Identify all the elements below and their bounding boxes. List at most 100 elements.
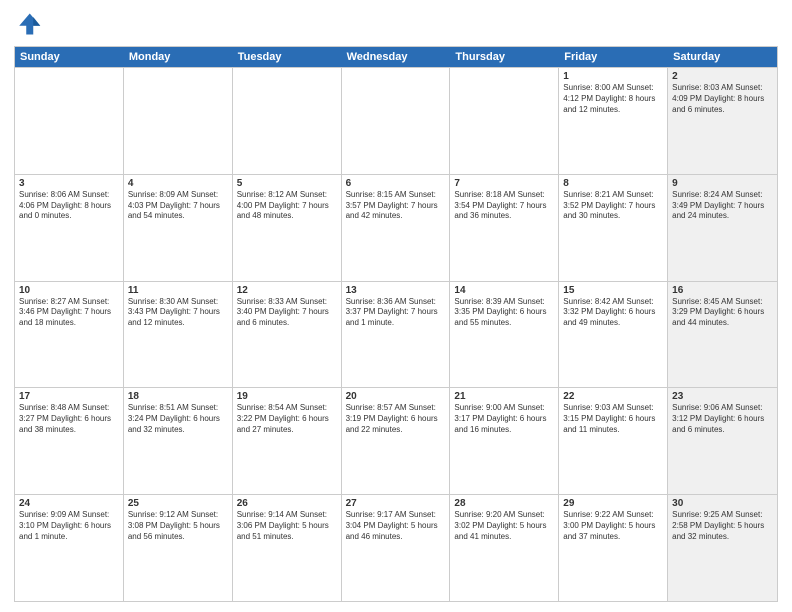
calendar: SundayMondayTuesdayWednesdayThursdayFrid… [14, 46, 778, 602]
day-info: Sunrise: 8:54 AM Sunset: 3:22 PM Dayligh… [237, 403, 337, 435]
day-info: Sunrise: 9:12 AM Sunset: 3:08 PM Dayligh… [128, 510, 228, 542]
empty-cell [15, 68, 124, 174]
day-info: Sunrise: 9:25 AM Sunset: 2:58 PM Dayligh… [672, 510, 773, 542]
day-number: 15 [563, 285, 663, 296]
weekday-header-saturday: Saturday [668, 47, 777, 67]
day-cell-18: 18Sunrise: 8:51 AM Sunset: 3:24 PM Dayli… [124, 388, 233, 494]
empty-cell [450, 68, 559, 174]
day-cell-16: 16Sunrise: 8:45 AM Sunset: 3:29 PM Dayli… [668, 282, 777, 388]
calendar-row-5: 24Sunrise: 9:09 AM Sunset: 3:10 PM Dayli… [15, 494, 777, 601]
day-info: Sunrise: 9:00 AM Sunset: 3:17 PM Dayligh… [454, 403, 554, 435]
day-info: Sunrise: 8:18 AM Sunset: 3:54 PM Dayligh… [454, 190, 554, 222]
day-cell-19: 19Sunrise: 8:54 AM Sunset: 3:22 PM Dayli… [233, 388, 342, 494]
day-cell-9: 9Sunrise: 8:24 AM Sunset: 3:49 PM Daylig… [668, 175, 777, 281]
day-number: 27 [346, 498, 446, 509]
weekday-header-wednesday: Wednesday [342, 47, 451, 67]
day-info: Sunrise: 9:09 AM Sunset: 3:10 PM Dayligh… [19, 510, 119, 542]
day-info: Sunrise: 8:24 AM Sunset: 3:49 PM Dayligh… [672, 190, 773, 222]
day-cell-3: 3Sunrise: 8:06 AM Sunset: 4:06 PM Daylig… [15, 175, 124, 281]
day-number: 14 [454, 285, 554, 296]
day-number: 19 [237, 391, 337, 402]
day-info: Sunrise: 8:15 AM Sunset: 3:57 PM Dayligh… [346, 190, 446, 222]
day-cell-15: 15Sunrise: 8:42 AM Sunset: 3:32 PM Dayli… [559, 282, 668, 388]
day-number: 23 [672, 391, 773, 402]
day-number: 18 [128, 391, 228, 402]
weekday-header-tuesday: Tuesday [233, 47, 342, 67]
calendar-row-2: 3Sunrise: 8:06 AM Sunset: 4:06 PM Daylig… [15, 174, 777, 281]
day-cell-14: 14Sunrise: 8:39 AM Sunset: 3:35 PM Dayli… [450, 282, 559, 388]
day-number: 21 [454, 391, 554, 402]
day-number: 13 [346, 285, 446, 296]
weekday-header-monday: Monday [124, 47, 233, 67]
day-number: 16 [672, 285, 773, 296]
day-number: 24 [19, 498, 119, 509]
day-cell-10: 10Sunrise: 8:27 AM Sunset: 3:46 PM Dayli… [15, 282, 124, 388]
day-number: 20 [346, 391, 446, 402]
day-number: 7 [454, 178, 554, 189]
day-cell-17: 17Sunrise: 8:48 AM Sunset: 3:27 PM Dayli… [15, 388, 124, 494]
empty-cell [124, 68, 233, 174]
day-cell-26: 26Sunrise: 9:14 AM Sunset: 3:06 PM Dayli… [233, 495, 342, 601]
empty-cell [233, 68, 342, 174]
day-cell-5: 5Sunrise: 8:12 AM Sunset: 4:00 PM Daylig… [233, 175, 342, 281]
day-info: Sunrise: 8:51 AM Sunset: 3:24 PM Dayligh… [128, 403, 228, 435]
day-number: 25 [128, 498, 228, 509]
day-info: Sunrise: 8:03 AM Sunset: 4:09 PM Dayligh… [672, 83, 773, 115]
weekday-header-thursday: Thursday [450, 47, 559, 67]
calendar-row-1: 1Sunrise: 8:00 AM Sunset: 4:12 PM Daylig… [15, 67, 777, 174]
day-info: Sunrise: 9:06 AM Sunset: 3:12 PM Dayligh… [672, 403, 773, 435]
day-info: Sunrise: 8:36 AM Sunset: 3:37 PM Dayligh… [346, 297, 446, 329]
day-cell-12: 12Sunrise: 8:33 AM Sunset: 3:40 PM Dayli… [233, 282, 342, 388]
day-number: 26 [237, 498, 337, 509]
day-info: Sunrise: 8:06 AM Sunset: 4:06 PM Dayligh… [19, 190, 119, 222]
empty-cell [342, 68, 451, 174]
day-number: 9 [672, 178, 773, 189]
day-info: Sunrise: 8:48 AM Sunset: 3:27 PM Dayligh… [19, 403, 119, 435]
calendar-body: 1Sunrise: 8:00 AM Sunset: 4:12 PM Daylig… [15, 67, 777, 601]
day-cell-7: 7Sunrise: 8:18 AM Sunset: 3:54 PM Daylig… [450, 175, 559, 281]
day-number: 5 [237, 178, 337, 189]
day-number: 29 [563, 498, 663, 509]
day-cell-4: 4Sunrise: 8:09 AM Sunset: 4:03 PM Daylig… [124, 175, 233, 281]
day-number: 22 [563, 391, 663, 402]
day-info: Sunrise: 8:30 AM Sunset: 3:43 PM Dayligh… [128, 297, 228, 329]
weekday-header-friday: Friday [559, 47, 668, 67]
calendar-row-3: 10Sunrise: 8:27 AM Sunset: 3:46 PM Dayli… [15, 281, 777, 388]
day-info: Sunrise: 8:57 AM Sunset: 3:19 PM Dayligh… [346, 403, 446, 435]
day-cell-28: 28Sunrise: 9:20 AM Sunset: 3:02 PM Dayli… [450, 495, 559, 601]
day-cell-6: 6Sunrise: 8:15 AM Sunset: 3:57 PM Daylig… [342, 175, 451, 281]
day-info: Sunrise: 8:09 AM Sunset: 4:03 PM Dayligh… [128, 190, 228, 222]
day-number: 2 [672, 71, 773, 82]
calendar-header: SundayMondayTuesdayWednesdayThursdayFrid… [15, 47, 777, 67]
day-cell-23: 23Sunrise: 9:06 AM Sunset: 3:12 PM Dayli… [668, 388, 777, 494]
day-number: 12 [237, 285, 337, 296]
day-cell-24: 24Sunrise: 9:09 AM Sunset: 3:10 PM Dayli… [15, 495, 124, 601]
day-number: 6 [346, 178, 446, 189]
day-number: 11 [128, 285, 228, 296]
day-info: Sunrise: 8:42 AM Sunset: 3:32 PM Dayligh… [563, 297, 663, 329]
day-info: Sunrise: 8:39 AM Sunset: 3:35 PM Dayligh… [454, 297, 554, 329]
day-cell-1: 1Sunrise: 8:00 AM Sunset: 4:12 PM Daylig… [559, 68, 668, 174]
day-cell-11: 11Sunrise: 8:30 AM Sunset: 3:43 PM Dayli… [124, 282, 233, 388]
day-number: 30 [672, 498, 773, 509]
day-info: Sunrise: 8:00 AM Sunset: 4:12 PM Dayligh… [563, 83, 663, 115]
day-info: Sunrise: 9:22 AM Sunset: 3:00 PM Dayligh… [563, 510, 663, 542]
day-cell-25: 25Sunrise: 9:12 AM Sunset: 3:08 PM Dayli… [124, 495, 233, 601]
day-info: Sunrise: 8:12 AM Sunset: 4:00 PM Dayligh… [237, 190, 337, 222]
day-number: 17 [19, 391, 119, 402]
logo [14, 10, 46, 38]
day-cell-30: 30Sunrise: 9:25 AM Sunset: 2:58 PM Dayli… [668, 495, 777, 601]
day-cell-8: 8Sunrise: 8:21 AM Sunset: 3:52 PM Daylig… [559, 175, 668, 281]
day-number: 28 [454, 498, 554, 509]
logo-icon [14, 10, 42, 38]
day-info: Sunrise: 9:17 AM Sunset: 3:04 PM Dayligh… [346, 510, 446, 542]
page: SundayMondayTuesdayWednesdayThursdayFrid… [0, 0, 792, 612]
day-info: Sunrise: 8:45 AM Sunset: 3:29 PM Dayligh… [672, 297, 773, 329]
day-cell-2: 2Sunrise: 8:03 AM Sunset: 4:09 PM Daylig… [668, 68, 777, 174]
day-info: Sunrise: 8:33 AM Sunset: 3:40 PM Dayligh… [237, 297, 337, 329]
day-number: 3 [19, 178, 119, 189]
day-cell-21: 21Sunrise: 9:00 AM Sunset: 3:17 PM Dayli… [450, 388, 559, 494]
day-number: 10 [19, 285, 119, 296]
day-number: 4 [128, 178, 228, 189]
day-cell-13: 13Sunrise: 8:36 AM Sunset: 3:37 PM Dayli… [342, 282, 451, 388]
